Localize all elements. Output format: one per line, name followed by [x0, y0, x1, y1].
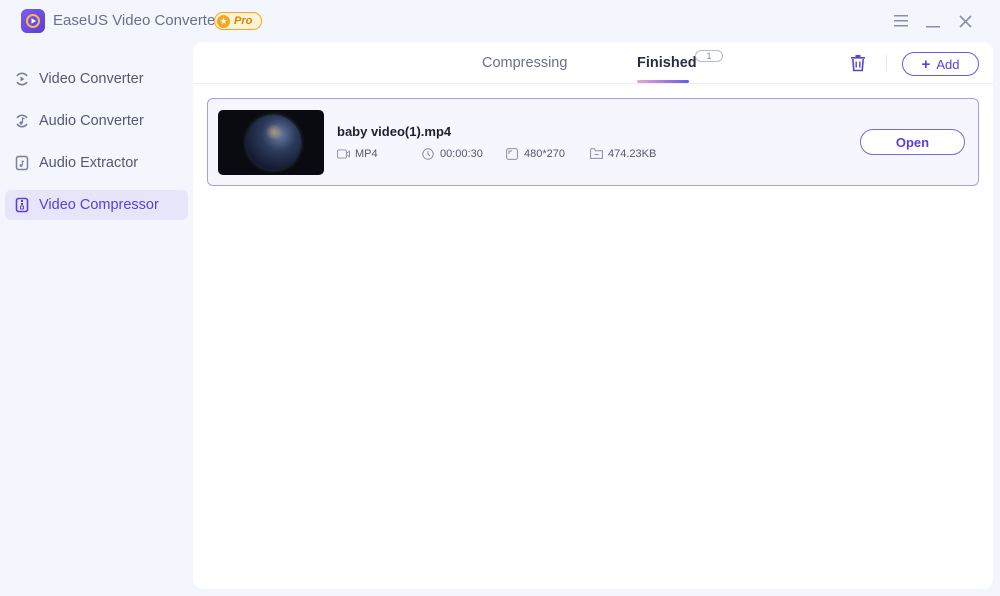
sidebar-item-audio-converter[interactable]: Audio Converter — [5, 106, 188, 136]
folder-icon — [590, 147, 603, 160]
tab-compressing[interactable]: Compressing — [482, 55, 567, 71]
sidebar-item-label: Video Compressor — [39, 197, 159, 213]
pro-badge-label: Pro — [234, 15, 253, 27]
open-button[interactable]: Open — [860, 129, 965, 155]
tab-finished[interactable]: Finished — [637, 55, 697, 71]
app-title: EaseUS Video Converter — [53, 12, 221, 29]
minimize-icon — [926, 26, 940, 28]
file-duration: 00:00:30 — [422, 147, 483, 160]
zip-file-icon — [14, 197, 30, 213]
file-size: 474.23KB — [590, 147, 656, 160]
file-resolution: 480*270 — [506, 147, 565, 160]
app-logo-icon — [26, 14, 40, 28]
file-format: MP4 — [337, 147, 378, 160]
file-format-value: MP4 — [355, 147, 378, 160]
app-logo — [21, 9, 45, 33]
thumbnail-globe-image — [246, 115, 301, 170]
sidebar-item-audio-extractor[interactable]: Audio Extractor — [5, 148, 188, 178]
add-button-label: Add — [936, 56, 960, 72]
sidebar-item-video-compressor[interactable]: Video Compressor — [5, 190, 188, 220]
trash-icon — [851, 55, 865, 72]
active-tab-indicator — [637, 80, 689, 83]
file-name: baby video(1).mp4 — [337, 124, 452, 139]
file-duration-value: 00:00:30 — [440, 147, 483, 160]
sidebar: Video Converter Audio Converter Audio Ex… — [0, 64, 193, 232]
sidebar-item-label: Video Converter — [39, 71, 144, 87]
toolbar-divider — [886, 55, 887, 71]
file-size-value: 474.23KB — [608, 147, 657, 160]
plus-icon: + — [921, 55, 931, 73]
add-button[interactable]: + Add — [902, 52, 979, 76]
video-convert-icon — [14, 71, 30, 87]
title-bar: EaseUS Video Converter ★ Pro — [0, 0, 1000, 42]
sidebar-item-video-converter[interactable]: Video Converter — [5, 64, 188, 94]
list-item[interactable]: baby video(1).mp4 MP4 00:00:30 480*270 4… — [207, 98, 979, 186]
main-panel: Compressing Finished 1 + Add baby video(… — [193, 42, 993, 589]
video-thumbnail — [218, 110, 324, 175]
sidebar-item-label: Audio Extractor — [39, 155, 139, 171]
audio-convert-icon — [14, 113, 30, 129]
finished-count-badge: 1 — [695, 50, 723, 62]
resolution-icon — [506, 147, 519, 160]
delete-all-button[interactable] — [849, 54, 867, 72]
audio-file-icon — [14, 155, 30, 171]
file-resolution-value: 480*270 — [524, 147, 565, 160]
pro-badge[interactable]: ★ Pro — [214, 12, 262, 30]
menu-icon — [894, 15, 908, 27]
video-camera-icon — [337, 147, 350, 160]
minimize-button[interactable] — [922, 10, 944, 32]
close-icon — [958, 14, 972, 28]
star-icon: ★ — [217, 14, 230, 28]
clock-icon — [422, 147, 435, 160]
tabs-bar: Compressing Finished 1 + Add — [193, 42, 993, 84]
close-button[interactable] — [954, 10, 976, 32]
menu-button[interactable] — [890, 10, 912, 32]
sidebar-item-label: Audio Converter — [39, 113, 144, 129]
